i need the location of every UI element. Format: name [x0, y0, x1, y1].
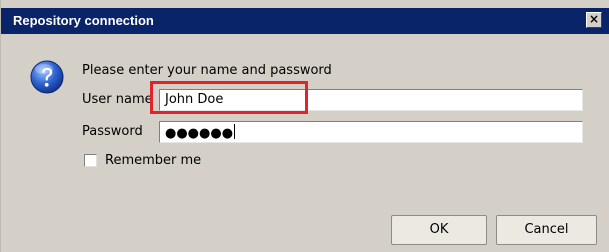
password-label: Password: [82, 124, 143, 139]
close-icon: ×: [588, 12, 600, 26]
username-label: User name: [82, 92, 153, 107]
question-mark-icon: [30, 60, 64, 94]
ok-button[interactable]: OK: [391, 215, 487, 245]
close-button[interactable]: ×: [586, 12, 602, 28]
text-caret: [234, 124, 236, 139]
prompt-text: Please enter your name and password: [82, 63, 332, 78]
password-masked-value: ●●●●●●: [165, 126, 234, 141]
remember-me-checkbox[interactable]: [84, 154, 97, 167]
cancel-button[interactable]: Cancel: [496, 215, 597, 245]
title-bar[interactable]: Repository connection ×: [1, 8, 609, 34]
password-field[interactable]: ●●●●●●: [159, 121, 583, 143]
window-title: Repository connection: [13, 13, 154, 28]
remember-me-label[interactable]: Remember me: [105, 153, 201, 168]
repository-connection-dialog: Repository connection × Please enter you…: [0, 0, 609, 252]
annotation-highlight-box: [150, 81, 308, 114]
